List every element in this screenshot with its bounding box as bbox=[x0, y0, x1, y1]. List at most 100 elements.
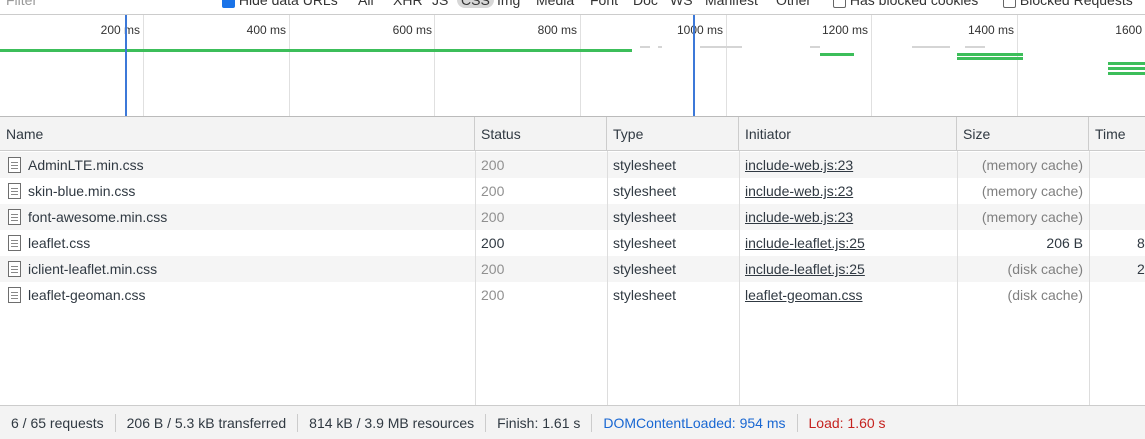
table-row[interactable]: iclient-leaflet.min.css 200 stylesheet i… bbox=[0, 256, 1145, 282]
type-filter-css[interactable]: CSS bbox=[457, 0, 494, 8]
table-row[interactable]: leaflet.css 200 stylesheet include-leafl… bbox=[0, 230, 1145, 256]
request-initiator-link[interactable]: include-web.js:23 bbox=[745, 152, 950, 178]
filter-input[interactable]: Filter bbox=[0, 0, 212, 12]
column-divider[interactable] bbox=[957, 151, 958, 405]
request-status: 200 bbox=[481, 235, 505, 251]
request-name[interactable]: leaflet-geoman.css bbox=[28, 282, 468, 308]
type-filter-ws[interactable]: WS bbox=[670, 0, 693, 8]
file-icon bbox=[8, 183, 21, 199]
type-filter-xhr[interactable]: XHR bbox=[393, 0, 423, 8]
table-header: Name Status Type Initiator Size Time bbox=[0, 117, 1145, 151]
table-row[interactable]: AdminLTE.min.css 200 stylesheet include-… bbox=[0, 152, 1145, 178]
filter-bar: Filter Hide data URLs All XHR JS CSS Img… bbox=[0, 0, 1145, 12]
request-size: (memory cache) bbox=[981, 183, 1083, 199]
request-time: 2 bbox=[1137, 261, 1145, 277]
column-divider[interactable] bbox=[607, 151, 608, 405]
resources-size: 814 kB / 3.9 MB resources bbox=[298, 413, 487, 432]
tick-line bbox=[143, 15, 144, 116]
request-size: (disk cache) bbox=[1007, 261, 1083, 277]
request-time: 8 bbox=[1137, 235, 1145, 251]
request-type: stylesheet bbox=[613, 287, 677, 303]
column-divider[interactable] bbox=[1089, 151, 1090, 405]
table-row[interactable]: font-awesome.min.css 200 stylesheet incl… bbox=[0, 204, 1145, 230]
request-initiator-link[interactable]: include-leaflet.js:25 bbox=[745, 256, 950, 282]
request-status: 200 bbox=[481, 287, 505, 303]
file-icon bbox=[8, 157, 21, 173]
request-type: stylesheet bbox=[613, 261, 677, 277]
request-status: 200 bbox=[481, 209, 505, 225]
request-name[interactable]: iclient-leaflet.min.css bbox=[28, 256, 468, 282]
has-blocked-cookies-label: Has blocked cookies bbox=[849, 0, 979, 8]
tick-line bbox=[434, 15, 435, 116]
timeline-request-bar bbox=[0, 49, 632, 52]
finish-time: Finish: 1.61 s bbox=[486, 413, 593, 432]
tick-line bbox=[580, 15, 581, 116]
request-size: (memory cache) bbox=[981, 209, 1083, 225]
request-size: 206 B bbox=[1046, 235, 1083, 251]
tick-line bbox=[871, 15, 872, 116]
network-summary-bar: 6 / 65 requests 206 B / 5.3 kB transferr… bbox=[0, 405, 1145, 439]
request-status: 200 bbox=[481, 157, 505, 173]
type-filter-img[interactable]: Img bbox=[497, 0, 520, 8]
tick-label: 1600 bbox=[1115, 23, 1142, 37]
tick-line bbox=[1017, 15, 1018, 116]
request-name[interactable]: leaflet.css bbox=[28, 230, 468, 256]
column-header-type[interactable]: Type bbox=[607, 117, 739, 151]
timeline-request-bar bbox=[1108, 72, 1145, 75]
checkbox-unchecked-icon bbox=[833, 0, 846, 8]
type-filter-all[interactable]: All bbox=[358, 0, 374, 8]
request-name[interactable]: font-awesome.min.css bbox=[28, 204, 468, 230]
transferred-size: 206 B / 5.3 kB transferred bbox=[116, 413, 299, 432]
checkbox-unchecked-icon bbox=[1003, 0, 1016, 8]
timeline-overview[interactable]: 200 ms 400 ms 600 ms 800 ms 1000 ms 1200… bbox=[0, 14, 1145, 117]
column-header-name[interactable]: Name bbox=[0, 117, 475, 151]
load-marker bbox=[693, 15, 695, 116]
tick-label: 1400 ms bbox=[967, 23, 1014, 37]
requests-count: 6 / 65 requests bbox=[0, 413, 116, 432]
request-initiator-link[interactable]: include-web.js:23 bbox=[745, 178, 950, 204]
blocked-requests-checkbox[interactable]: Blocked Requests bbox=[1003, 0, 1133, 8]
file-icon bbox=[8, 235, 21, 251]
checkbox-checked-icon bbox=[222, 0, 235, 8]
tick-label: 800 ms bbox=[537, 23, 577, 37]
request-initiator-link[interactable]: include-leaflet.js:25 bbox=[745, 230, 950, 256]
request-time bbox=[1108, 204, 1145, 230]
has-blocked-cookies-checkbox[interactable]: Has blocked cookies bbox=[833, 0, 978, 8]
load-time: Load: 1.60 s bbox=[808, 414, 886, 431]
timeline-request-bar bbox=[912, 46, 950, 48]
request-status: 200 bbox=[481, 261, 505, 277]
type-filter-media[interactable]: Media bbox=[536, 0, 574, 8]
request-status: 200 bbox=[481, 183, 505, 199]
request-size: (memory cache) bbox=[981, 157, 1083, 173]
timeline-request-bar bbox=[810, 46, 820, 48]
column-header-size[interactable]: Size bbox=[957, 117, 1089, 151]
column-header-status[interactable]: Status bbox=[475, 117, 607, 151]
request-size: (disk cache) bbox=[1007, 287, 1083, 303]
blocked-requests-label: Blocked Requests bbox=[1019, 0, 1133, 8]
table-row[interactable]: leaflet-geoman.css 200 stylesheet leafle… bbox=[0, 282, 1145, 308]
timeline-request-bar bbox=[965, 46, 985, 48]
type-filter-doc[interactable]: Doc bbox=[633, 0, 658, 8]
file-icon bbox=[8, 287, 21, 303]
column-header-initiator[interactable]: Initiator bbox=[739, 117, 957, 151]
tick-label: 400 ms bbox=[246, 23, 286, 37]
dom-content-loaded-marker bbox=[125, 15, 127, 116]
column-divider[interactable] bbox=[475, 151, 476, 405]
request-initiator-link[interactable]: include-web.js:23 bbox=[745, 204, 950, 230]
type-filter-manifest[interactable]: Manifest bbox=[705, 0, 758, 8]
table-row[interactable]: skin-blue.min.css http://iclient.superma… bbox=[0, 178, 1145, 204]
type-filter-font[interactable]: Font bbox=[590, 0, 618, 8]
column-divider[interactable] bbox=[739, 151, 740, 405]
type-filter-other[interactable]: Other bbox=[776, 0, 811, 8]
hide-data-urls-checkbox[interactable]: Hide data URLs bbox=[222, 0, 338, 8]
hide-data-urls-label: Hide data URLs bbox=[238, 0, 338, 8]
tick-line bbox=[289, 15, 290, 116]
request-name[interactable]: AdminLTE.min.css bbox=[28, 152, 468, 178]
timeline-request-bar bbox=[1108, 67, 1145, 70]
request-time bbox=[1108, 152, 1145, 178]
tick-label: 1200 ms bbox=[821, 23, 868, 37]
type-filter-js[interactable]: JS bbox=[432, 0, 448, 8]
column-header-time[interactable]: Time bbox=[1089, 117, 1145, 151]
dom-content-loaded-time: DOMContentLoaded: 954 ms bbox=[592, 413, 798, 432]
request-initiator-link[interactable]: leaflet-geoman.css bbox=[745, 282, 950, 308]
